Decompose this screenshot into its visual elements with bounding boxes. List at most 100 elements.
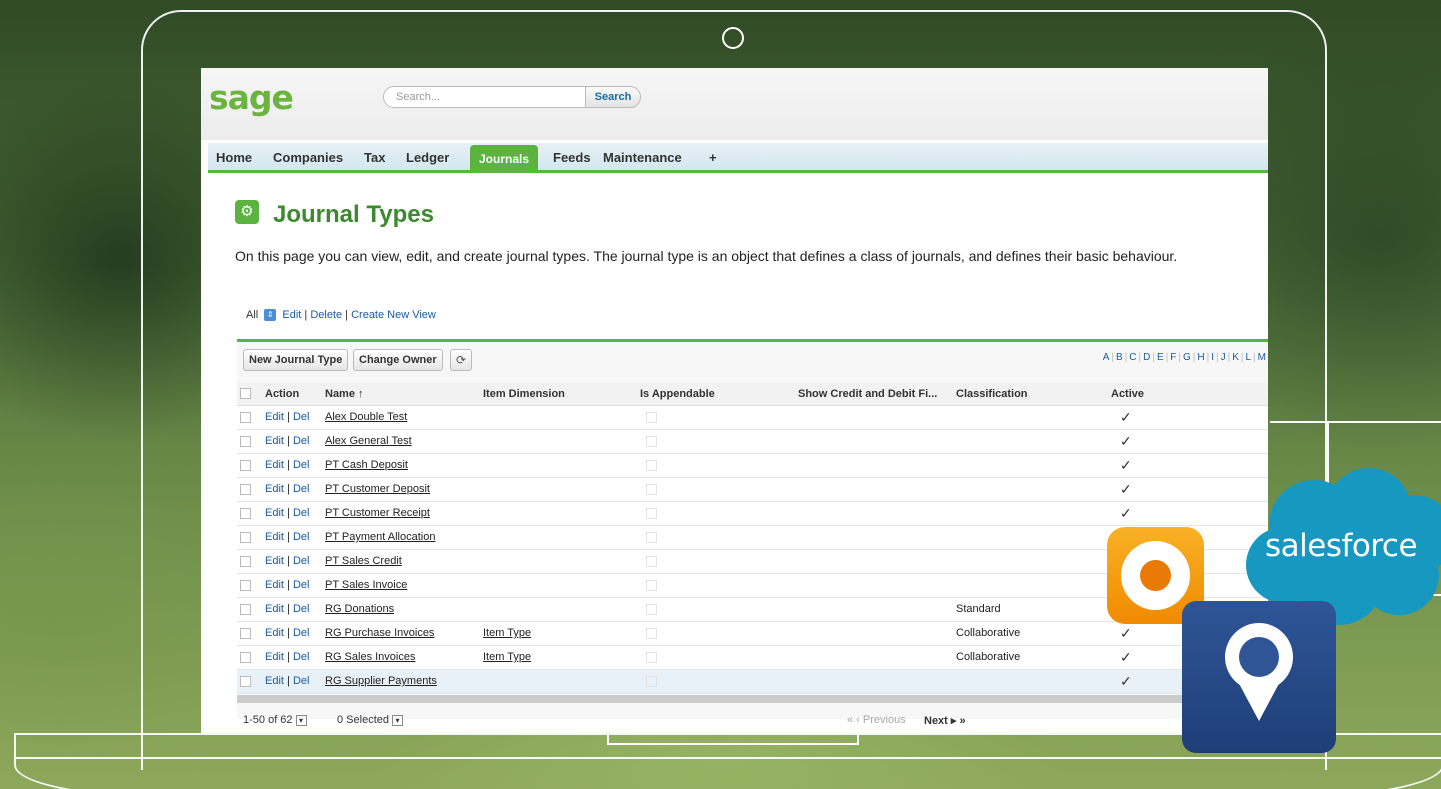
edit-link[interactable]: Edit — [265, 507, 284, 519]
create-view-link[interactable]: Create New View — [351, 309, 436, 321]
edit-link[interactable]: Edit — [265, 555, 284, 567]
row-checkbox[interactable] — [240, 507, 251, 519]
delete-link[interactable]: Del — [293, 507, 310, 519]
tab-companies[interactable]: Companies — [273, 150, 343, 165]
column-header[interactable]: Active — [1108, 383, 1268, 406]
journal-type-name-link[interactable]: RG Supplier Payments — [325, 675, 437, 687]
view-dropdown-icon[interactable]: ⇕ — [264, 309, 277, 322]
journal-type-name-link[interactable]: PT Customer Receipt — [325, 507, 430, 519]
delete-link[interactable]: Del — [293, 531, 310, 543]
table-row[interactable]: Edit | Del PT Customer Deposit ✓ — [237, 477, 1268, 502]
column-header[interactable]: Action — [262, 383, 322, 406]
column-header[interactable]: Is Appendable — [637, 383, 795, 406]
delete-link[interactable]: Del — [293, 483, 310, 495]
journal-type-name-link[interactable]: PT Customer Deposit — [325, 483, 430, 495]
row-checkbox[interactable] — [240, 675, 251, 687]
alpha-filter-j[interactable]: J — [1221, 352, 1226, 363]
delete-link[interactable]: Del — [293, 435, 310, 447]
alpha-filter-b[interactable]: B — [1116, 352, 1123, 363]
table-row[interactable]: Edit | Del Alex General Test ✓ — [237, 429, 1268, 454]
row-checkbox[interactable] — [240, 411, 251, 423]
column-header[interactable]: Item Dimension — [480, 383, 637, 406]
journal-type-name-link[interactable]: Alex Double Test — [325, 411, 407, 423]
search-button[interactable]: Search — [585, 86, 641, 108]
delete-link[interactable]: Del — [293, 603, 310, 615]
row-checkbox[interactable] — [240, 627, 251, 639]
previous-page-link[interactable]: « ‹ Previous — [847, 714, 906, 726]
row-checkbox[interactable] — [240, 483, 251, 495]
edit-link[interactable]: Edit — [265, 627, 284, 639]
column-header[interactable]: Classification — [953, 383, 1108, 406]
alpha-filter-i[interactable]: I — [1211, 352, 1214, 363]
record-range[interactable]: 1-50 of 62 ▾ — [243, 714, 307, 726]
row-checkbox[interactable] — [240, 579, 251, 591]
journal-type-name-link[interactable]: PT Payment Allocation — [325, 531, 435, 543]
horizontal-scrollbar[interactable] — [237, 695, 1268, 703]
tab-feeds[interactable]: Feeds — [553, 150, 591, 165]
alpha-filter-m[interactable]: M — [1258, 352, 1266, 363]
journal-type-name-link[interactable]: RG Donations — [325, 603, 394, 615]
table-row[interactable]: Edit | Del PT Customer Receipt ✓ — [237, 501, 1268, 526]
tab-maintenance[interactable]: Maintenance — [603, 150, 682, 165]
journal-type-name-link[interactable]: RG Sales Invoices — [325, 651, 415, 663]
table-row[interactable]: Edit | Del RG Purchase Invoices Item Type C… — [237, 621, 1268, 646]
selected-count[interactable]: 0 Selected ▾ — [337, 714, 403, 726]
table-row[interactable]: Edit | Del RG Sales Invoices Item Type Coll… — [237, 645, 1268, 670]
delete-link[interactable]: Del — [293, 579, 310, 591]
row-checkbox[interactable] — [240, 459, 251, 471]
edit-link[interactable]: Edit — [265, 675, 284, 687]
alpha-filter-g[interactable]: G — [1183, 352, 1191, 363]
edit-link[interactable]: Edit — [265, 651, 284, 663]
alpha-filter-f[interactable]: F — [1170, 352, 1176, 363]
row-checkbox[interactable] — [240, 651, 251, 663]
table-row[interactable]: Edit | Del PT Cash Deposit ✓ — [237, 453, 1268, 478]
tab-tax[interactable]: Tax — [364, 150, 385, 165]
delete-link[interactable]: Del — [293, 459, 310, 471]
change-owner-button[interactable]: Change Owner — [353, 349, 443, 371]
sage-logo[interactable]: sage — [209, 78, 294, 117]
journal-type-name-link[interactable]: PT Sales Invoice — [325, 579, 407, 591]
alpha-filter-d[interactable]: D — [1143, 352, 1150, 363]
journal-type-name-link[interactable]: PT Cash Deposit — [325, 459, 408, 471]
table-row[interactable]: Edit | Del Alex Double Test ✓ — [237, 405, 1268, 430]
alpha-filter-l[interactable]: L — [1245, 352, 1251, 363]
journal-type-name-link[interactable]: PT Sales Credit — [325, 555, 402, 567]
tab-journals[interactable]: Journals — [470, 145, 538, 173]
alpha-filter-c[interactable]: C — [1129, 352, 1136, 363]
item-dimension-link[interactable]: Item Type — [483, 651, 531, 663]
column-header[interactable]: Show Credit and Debit Fi... — [795, 383, 953, 406]
edit-link[interactable]: Edit — [265, 483, 284, 495]
search-input[interactable]: Search... — [383, 86, 587, 108]
next-page-link[interactable]: Next ▸ » — [924, 714, 966, 727]
alpha-filter-k[interactable]: K — [1232, 352, 1239, 363]
tab-ledger[interactable]: Ledger — [406, 150, 449, 165]
delete-link[interactable]: Del — [293, 651, 310, 663]
view-select[interactable]: All — [246, 309, 258, 321]
edit-link[interactable]: Edit — [265, 435, 284, 447]
select-all-checkbox[interactable] — [240, 388, 251, 400]
delete-link[interactable]: Del — [293, 555, 310, 567]
table-row[interactable]: Edit | Del RG Supplier Payments ✓ — [237, 669, 1268, 694]
delete-link[interactable]: Del — [293, 411, 310, 423]
edit-link[interactable]: Edit — [265, 579, 284, 591]
item-dimension-link[interactable]: Item Type — [483, 627, 531, 639]
delete-link[interactable]: Del — [293, 675, 310, 687]
edit-link[interactable]: Edit — [265, 459, 284, 471]
edit-view-link[interactable]: Edit — [282, 309, 301, 321]
edit-link[interactable]: Edit — [265, 411, 284, 423]
delete-link[interactable]: Del — [293, 627, 310, 639]
alpha-filter-a[interactable]: A — [1103, 352, 1110, 363]
edit-link[interactable]: Edit — [265, 603, 284, 615]
alpha-filter-h[interactable]: H — [1197, 352, 1204, 363]
row-checkbox[interactable] — [240, 555, 251, 567]
row-checkbox[interactable] — [240, 435, 251, 447]
alpha-filter-e[interactable]: E — [1157, 352, 1164, 363]
add-tab-icon[interactable]: + — [709, 150, 717, 165]
new-journal-type-button[interactable]: New Journal Type — [243, 349, 349, 371]
refresh-icon[interactable]: ⟳ — [450, 349, 472, 371]
journal-type-name-link[interactable]: Alex General Test — [325, 435, 412, 447]
column-header[interactable]: Name ↑ — [322, 383, 480, 406]
edit-link[interactable]: Edit — [265, 531, 284, 543]
row-checkbox[interactable] — [240, 603, 251, 615]
tab-home[interactable]: Home — [216, 150, 252, 165]
